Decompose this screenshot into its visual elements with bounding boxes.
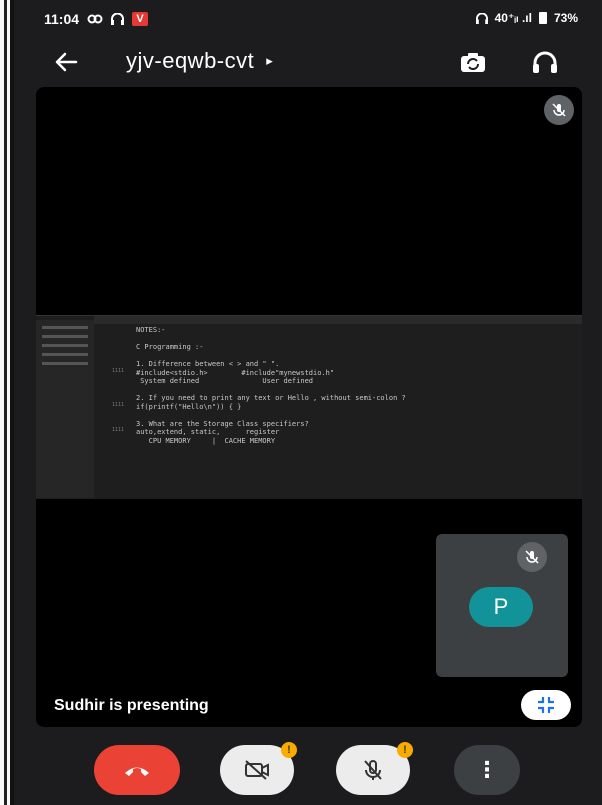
headphones-icon[interactable] [530, 48, 560, 78]
gutter-mark: 1111 [112, 402, 125, 408]
app-bar: yjv-eqwb-cvt ▸ [14, 38, 602, 86]
shared-notes-text: NOTES:- C Programming :- 1. Difference b… [136, 326, 406, 445]
gutter-mark: 1111 [112, 368, 125, 374]
end-call-button[interactable] [94, 745, 180, 795]
self-mic-off-indicator [517, 542, 547, 572]
more-vert-icon: ⋮ [476, 757, 498, 782]
phone-screen: 11:04 V 40⁺ᵢₗ .ıl 73% yjv-eqwb-cvt ▸ 111… [14, 0, 602, 805]
sync-icon [87, 14, 103, 24]
mic-off-icon [525, 550, 539, 564]
mic-toggle-button[interactable]: ! [336, 742, 413, 795]
camera-warning-badge: ! [281, 742, 297, 758]
meeting-title[interactable]: yjv-eqwb-cvt ▸ [126, 48, 273, 74]
gutter-mark: 1111 [112, 427, 125, 433]
meeting-code: yjv-eqwb-cvt [126, 48, 255, 73]
collapse-icon [538, 697, 554, 713]
status-time: 11:04 [44, 11, 80, 27]
shared-screen: 1111 1111 1111 NOTES:- C Programming :- … [36, 315, 582, 499]
mic-off-indicator [544, 95, 574, 125]
video-panel[interactable]: 1111 1111 1111 NOTES:- C Programming :- … [36, 87, 582, 727]
self-view-tile[interactable]: P [436, 534, 568, 677]
headphones-status-icon [111, 13, 125, 25]
phone-hangup-icon [125, 767, 149, 776]
signal-indicator: 40⁺ᵢₗ .ıl [494, 11, 532, 25]
more-options-button[interactable]: ⋮ [454, 745, 520, 795]
camera-toggle-button[interactable]: ! [220, 742, 297, 795]
avatar: P [469, 587, 533, 627]
mic-off-icon [552, 103, 566, 117]
mic-warning-badge: ! [397, 742, 413, 758]
camera-off-icon [245, 760, 269, 780]
back-arrow-icon[interactable] [52, 48, 80, 76]
caret-right-icon: ▸ [266, 53, 274, 68]
presenting-label: Sudhir is presenting [54, 697, 209, 714]
mic-off-icon [364, 760, 382, 780]
editor-header [94, 316, 582, 324]
headphones-status-icon-right [475, 12, 488, 24]
exit-fullscreen-button[interactable] [521, 690, 571, 720]
editor-sidebar [36, 320, 94, 498]
battery-percent: 73% [553, 11, 578, 25]
switch-camera-icon[interactable] [458, 48, 488, 78]
notification-badge: V [132, 12, 149, 26]
battery-icon [538, 12, 547, 24]
call-controls: ! ! ⋮ [14, 740, 602, 802]
left-frame [0, 0, 10, 805]
status-bar: 11:04 V 40⁺ᵢₗ .ıl 73% [14, 0, 602, 38]
